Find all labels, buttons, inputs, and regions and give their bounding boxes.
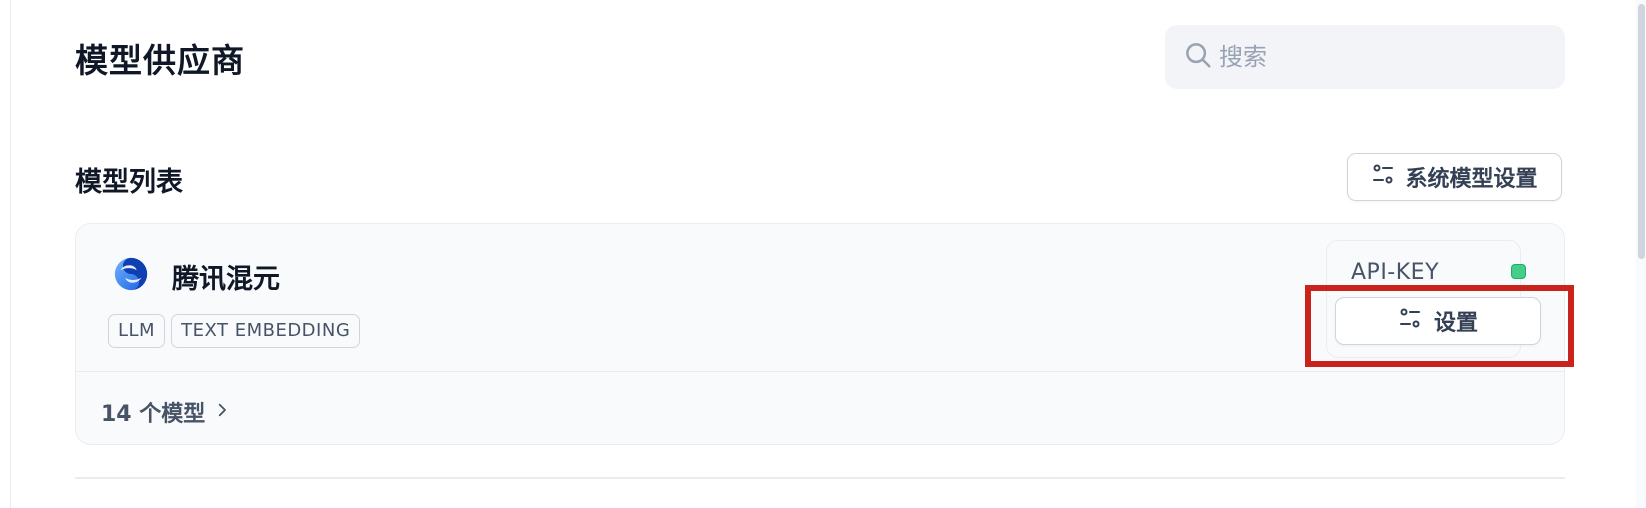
system-model-settings-button[interactable]: 系统模型设置 bbox=[1347, 153, 1562, 201]
models-count-label: 14 个模型 bbox=[101, 402, 206, 427]
provider-card: 腾讯混元 LLM TEXT EMBEDDING API-KEY 设置 14 个模… bbox=[75, 223, 1565, 445]
scrollbar-track[interactable] bbox=[1636, 0, 1646, 508]
provider-name: 腾讯混元 bbox=[172, 264, 280, 295]
left-border bbox=[10, 0, 11, 508]
section-divider bbox=[75, 477, 1565, 479]
card-divider bbox=[76, 371, 1564, 372]
sliders-icon bbox=[1398, 306, 1422, 336]
tag-text-embedding: TEXT EMBEDDING bbox=[171, 314, 361, 348]
status-indicator bbox=[1511, 264, 1526, 279]
page-title: 模型供应商 bbox=[75, 41, 245, 80]
tag-llm: LLM bbox=[108, 314, 166, 348]
search-icon bbox=[1183, 40, 1213, 74]
chevron-right-icon bbox=[213, 400, 231, 425]
section-title: 模型列表 bbox=[75, 167, 183, 198]
hunyuan-logo bbox=[112, 255, 150, 293]
sliders-icon bbox=[1371, 162, 1395, 192]
provider-tags: LLM TEXT EMBEDDING bbox=[108, 314, 361, 348]
system-model-settings-label: 系统模型设置 bbox=[1405, 166, 1538, 191]
models-count-link[interactable]: 14 个模型 bbox=[101, 396, 231, 428]
provider-settings-button[interactable]: 设置 bbox=[1335, 297, 1541, 345]
provider-settings-label: 设置 bbox=[1433, 310, 1478, 335]
search-box[interactable] bbox=[1165, 25, 1565, 89]
search-input[interactable] bbox=[1219, 43, 1539, 71]
api-key-label: API-KEY bbox=[1351, 260, 1440, 285]
scrollbar-thumb[interactable] bbox=[1638, 4, 1645, 259]
